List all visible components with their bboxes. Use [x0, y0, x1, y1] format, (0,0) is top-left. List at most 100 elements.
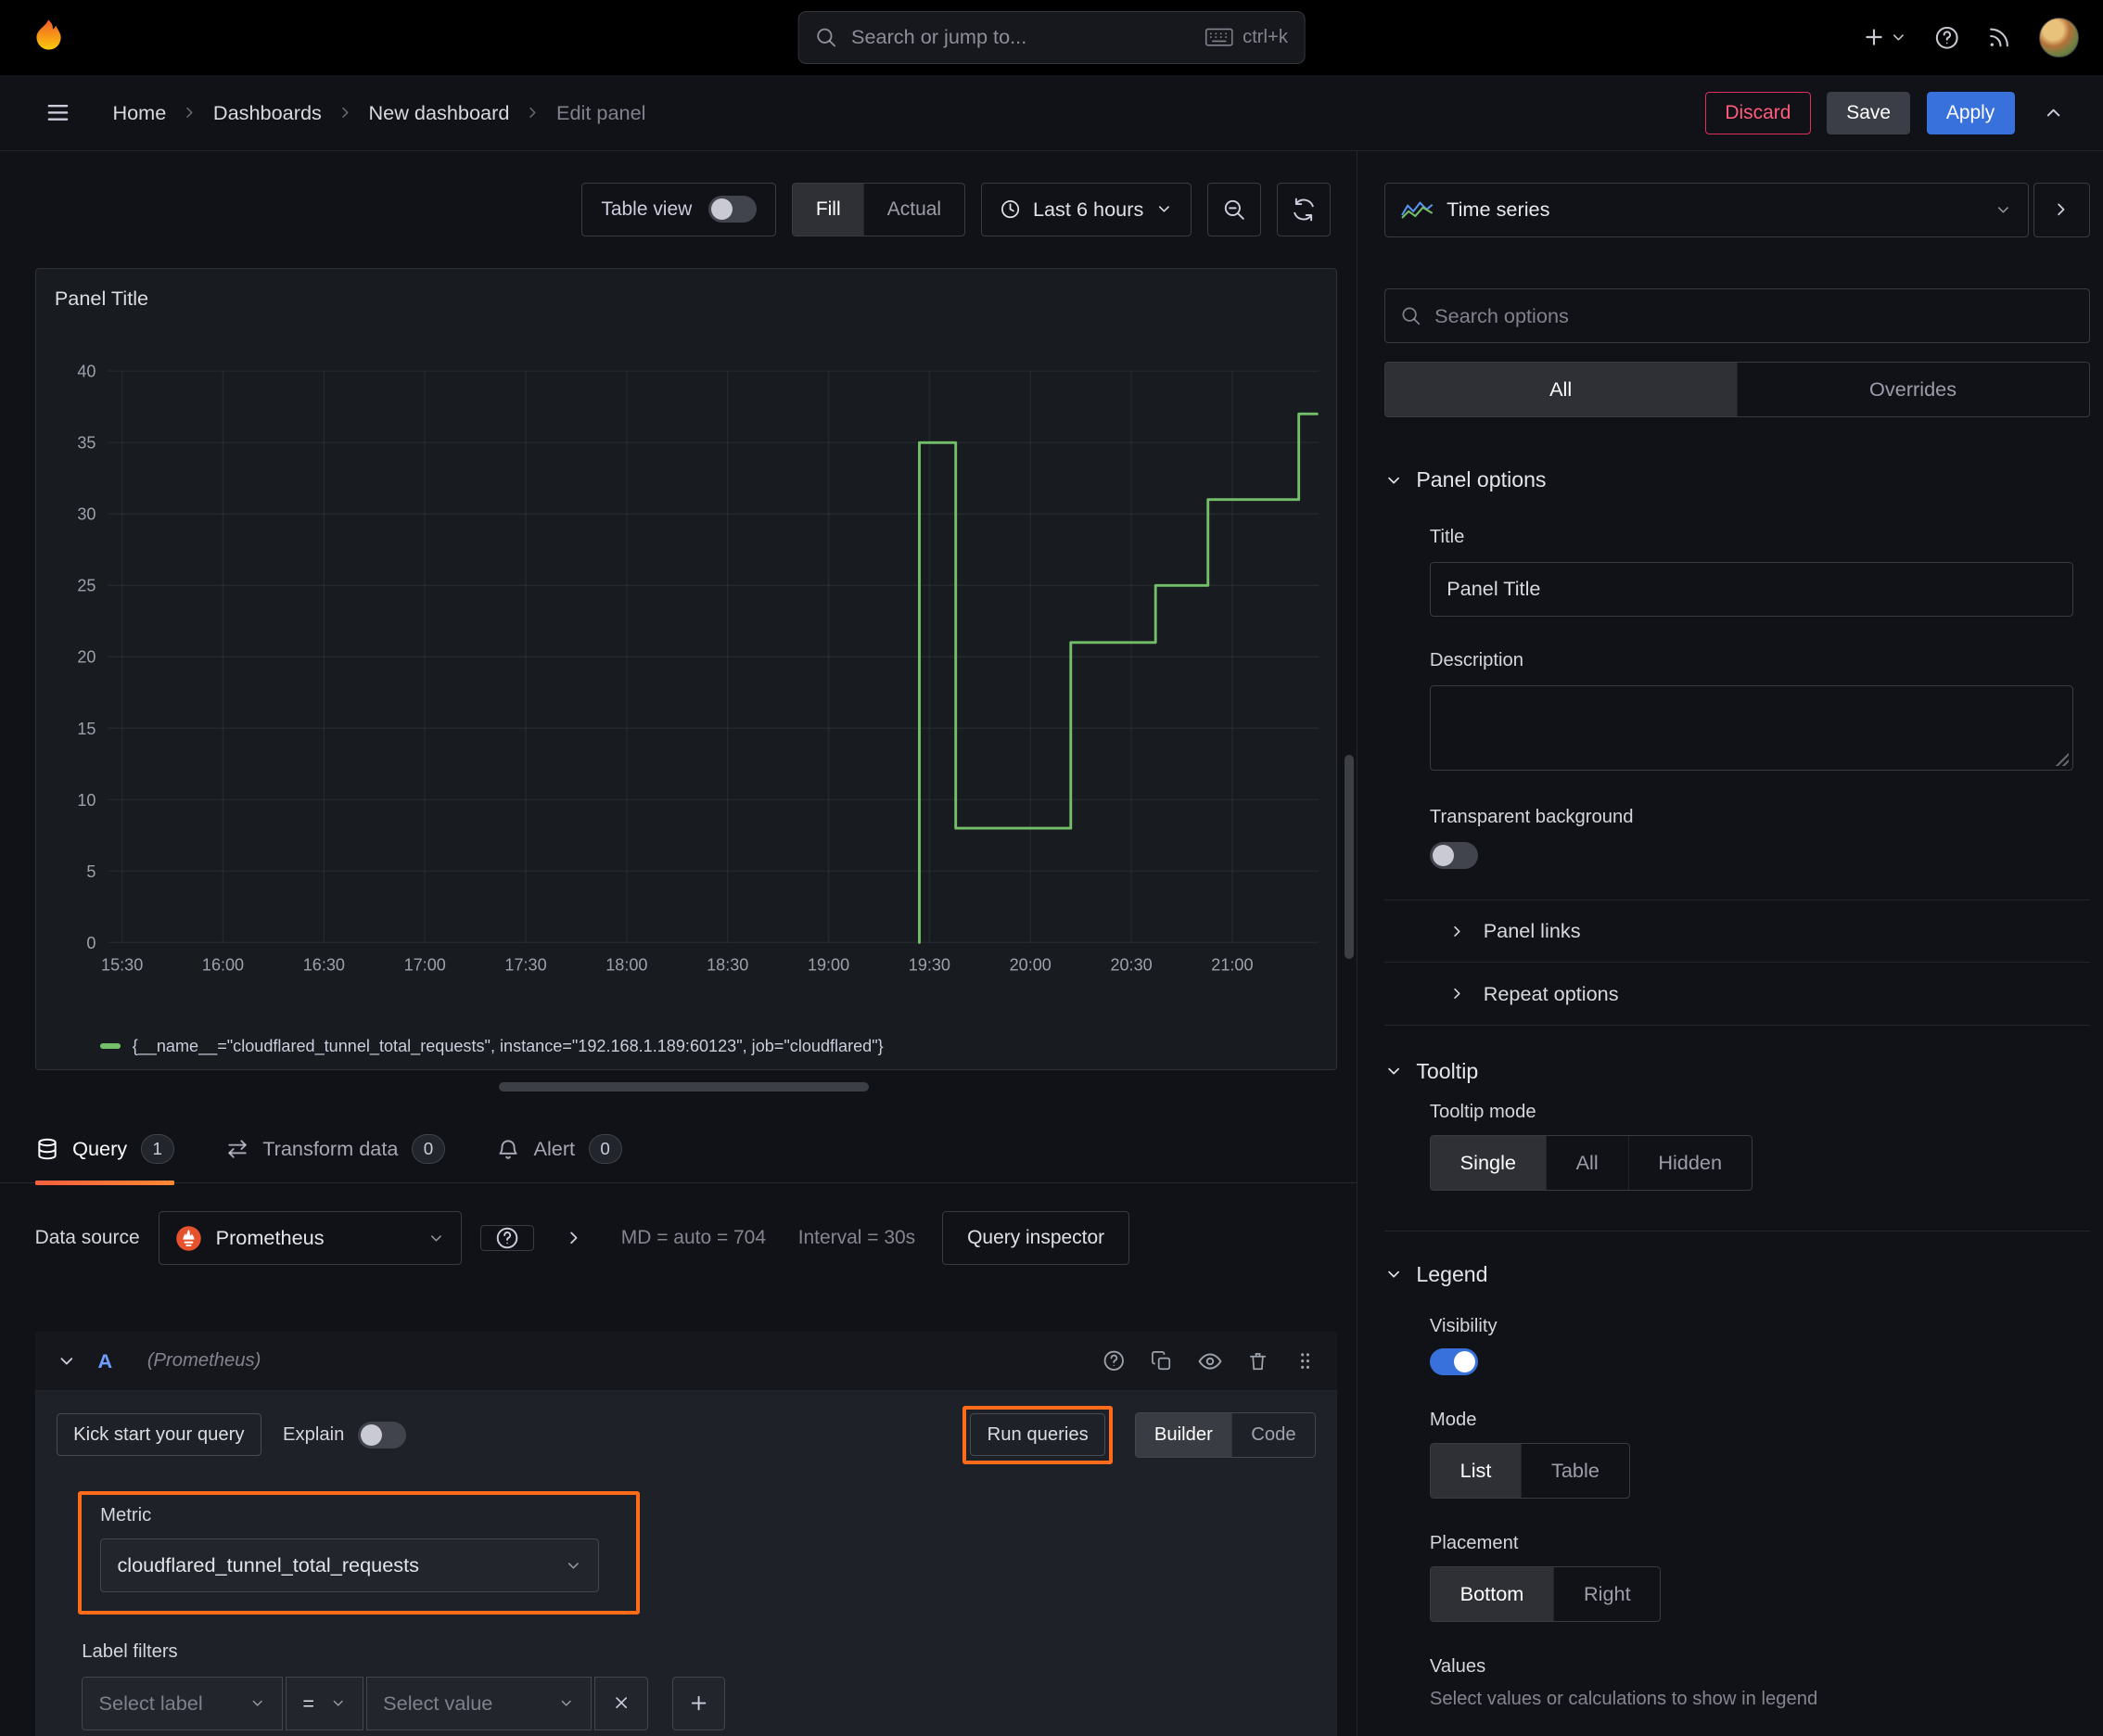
svg-text:19:30: 19:30 — [909, 956, 950, 975]
global-search[interactable]: Search or jump to... ctrl+k — [797, 10, 1306, 65]
svg-text:20:30: 20:30 — [1111, 956, 1153, 975]
explain-toggle[interactable] — [357, 1421, 406, 1449]
apply-button[interactable]: Apply — [1926, 91, 2015, 134]
tab-alert[interactable]: Alert 0 — [496, 1116, 622, 1181]
shortcut-label: ctrl+k — [1243, 26, 1288, 47]
tab-transform-label: Transform data — [262, 1137, 399, 1161]
transparent-background-toggle[interactable] — [1429, 841, 1478, 869]
tooltip-mode-switch: Single All Hidden — [1429, 1135, 1752, 1191]
tooltip-mode-single[interactable]: Single — [1430, 1136, 1546, 1190]
legend-visibility-toggle[interactable] — [1429, 1347, 1478, 1375]
legend-mode-table[interactable]: Table — [1521, 1444, 1628, 1498]
chevron-down-icon[interactable] — [57, 1351, 77, 1372]
repeat-options-row[interactable]: Repeat options — [1384, 963, 2090, 1025]
panel-actions: Discard Save Apply — [1705, 90, 2076, 135]
query-count-badge: 1 — [140, 1134, 174, 1164]
hide-query-eye-icon[interactable] — [1198, 1349, 1222, 1373]
legend-placement-right[interactable]: Right — [1553, 1567, 1660, 1621]
help-button[interactable] — [1934, 25, 1959, 50]
data-source-help-button[interactable] — [480, 1224, 534, 1251]
breadcrumb-home[interactable]: Home — [112, 101, 166, 125]
visualization-picker[interactable]: Time series — [1383, 182, 2030, 237]
svg-text:35: 35 — [78, 434, 96, 453]
user-avatar[interactable] — [2038, 17, 2079, 58]
discard-button[interactable]: Discard — [1705, 91, 1811, 134]
options-expand-chevron[interactable] — [564, 1228, 584, 1248]
explain-label: Explain — [282, 1423, 345, 1445]
actual-option[interactable]: Actual — [863, 183, 963, 236]
chevron-down-icon — [565, 1557, 582, 1575]
options-search[interactable]: Search options — [1383, 287, 2090, 344]
operator-dropdown[interactable]: = — [286, 1676, 363, 1730]
panel-preview: Panel Title 0 5 10 15 20 25 30 35 40 15:30 16:00 16… — [34, 268, 1338, 1071]
broadcast-button[interactable] — [1986, 25, 2011, 50]
run-queries-button[interactable]: Run queries — [970, 1413, 1106, 1457]
breadcrumb-new-dashboard[interactable]: New dashboard — [368, 101, 509, 125]
fill-option[interactable]: Fill — [793, 183, 864, 236]
legend-mode-list[interactable]: List — [1430, 1444, 1522, 1498]
description-textarea[interactable] — [1429, 684, 2074, 772]
visualization-name: Time series — [1447, 198, 1550, 222]
query-row-actions — [1102, 1349, 1316, 1373]
tab-overrides[interactable]: Overrides — [1736, 363, 2089, 416]
chevron-up-button[interactable] — [2031, 90, 2076, 135]
grafana-logo[interactable] — [24, 13, 72, 61]
tab-alert-label: Alert — [533, 1137, 576, 1161]
duplicate-query-icon[interactable] — [1151, 1350, 1172, 1372]
query-help-icon[interactable] — [1102, 1349, 1126, 1372]
prometheus-icon — [175, 1225, 202, 1252]
select-value-dropdown[interactable]: Select value — [365, 1676, 592, 1730]
panel-title: Panel Title — [54, 287, 149, 311]
refresh-button[interactable] — [1277, 182, 1332, 236]
select-label-dropdown[interactable]: Select label — [82, 1676, 284, 1730]
code-option[interactable]: Code — [1231, 1412, 1315, 1457]
add-filter-button[interactable] — [671, 1676, 726, 1730]
run-queries-highlight: Run queries — [962, 1405, 1114, 1464]
zoom-out-button[interactable] — [1207, 182, 1262, 236]
drag-handle-icon[interactable] — [1294, 1350, 1316, 1372]
chevron-right-icon — [1448, 923, 1466, 940]
remove-filter-button[interactable] — [593, 1676, 648, 1730]
table-view-label: Table view — [601, 198, 693, 220]
keyboard-shortcut: ctrl+k — [1204, 26, 1288, 48]
table-view-toggle[interactable] — [707, 196, 757, 223]
tab-all[interactable]: All — [1384, 363, 1737, 416]
query-row-header[interactable]: A (Prometheus) — [34, 1332, 1338, 1391]
tooltip-mode-all[interactable]: All — [1545, 1136, 1628, 1190]
kick-start-button[interactable]: Kick start your query — [56, 1413, 261, 1457]
builder-code-switch: Builder Code — [1134, 1411, 1316, 1458]
clock-icon — [1000, 198, 1021, 220]
tooltip-mode-hidden[interactable]: Hidden — [1627, 1136, 1752, 1190]
legend-placement-bottom[interactable]: Bottom — [1430, 1567, 1554, 1621]
options-search-placeholder: Search options — [1434, 303, 1569, 327]
legend-section-header[interactable]: Legend — [1384, 1258, 2090, 1291]
tab-transform-data[interactable]: Transform data 0 — [225, 1116, 446, 1181]
panel-options-header[interactable]: Panel options — [1384, 464, 2090, 496]
data-source-picker[interactable]: Prometheus — [158, 1211, 462, 1265]
new-menu-button[interactable] — [1862, 25, 1907, 49]
vertical-scrollbar[interactable] — [1344, 755, 1354, 960]
metric-select[interactable]: cloudflared_tunnel_total_requests — [100, 1538, 600, 1593]
visibility-label: Visibility — [1429, 1316, 1498, 1337]
svg-text:0: 0 — [87, 934, 96, 952]
panel-options-title: Panel options — [1416, 467, 1547, 492]
panel-links-row[interactable]: Panel links — [1384, 900, 2090, 963]
tooltip-section-header[interactable]: Tooltip — [1384, 1055, 2090, 1088]
legend-swatch — [100, 1043, 121, 1050]
builder-option[interactable]: Builder — [1135, 1412, 1232, 1457]
menu-toggle-button[interactable] — [35, 90, 81, 135]
time-range-picker[interactable]: Last 6 hours — [980, 182, 1192, 236]
editor-tabs: Query 1 Transform data 0 Alert 0 — [0, 1116, 1357, 1186]
legend-series-label[interactable]: {__name__="cloudflared_tunnel_total_requ… — [133, 1037, 884, 1056]
horizontal-resize-handle[interactable] — [499, 1082, 870, 1092]
breadcrumb-dashboards[interactable]: Dashboards — [213, 101, 322, 125]
panel-title-input[interactable]: Panel Title — [1429, 561, 2074, 618]
svg-text:16:00: 16:00 — [202, 956, 244, 975]
svg-text:5: 5 — [87, 862, 96, 881]
save-button[interactable]: Save — [1826, 91, 1911, 134]
toggle-viz-picker-button[interactable] — [2033, 182, 2090, 237]
tab-query[interactable]: Query 1 — [34, 1116, 174, 1186]
delete-query-trash-icon[interactable] — [1247, 1350, 1268, 1372]
time-series-chart[interactable]: 0 5 10 15 20 25 30 35 40 15:30 16:00 16:30 17:00 17:3… — [44, 326, 1324, 996]
query-inspector-button[interactable]: Query inspector — [942, 1211, 1130, 1265]
